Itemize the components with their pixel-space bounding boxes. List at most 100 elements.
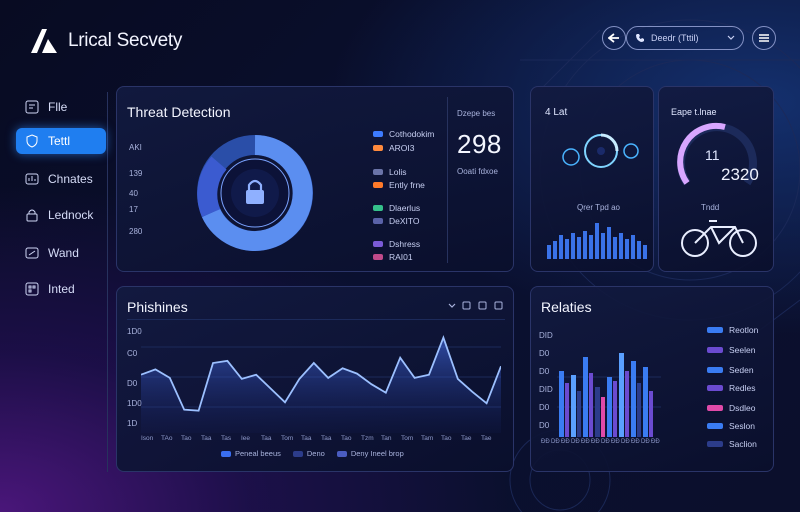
x-tick: Tao <box>341 435 352 442</box>
relaties-panel: Relaties DID D0 D0 DID D0 D0 ĐĐ DĐ ĐĐ DĐ ĐĐ Đ… <box>530 286 774 472</box>
threat-detection-panel: Threat Detection AKI 139 40 17 280 Cotho… <box>116 86 514 272</box>
y-tick: 1D0 <box>127 399 142 408</box>
side-label: AKI <box>129 143 142 152</box>
bicycle-icon <box>681 220 757 257</box>
sidebar-item-wand[interactable]: Wand <box>16 240 106 266</box>
gauge-value-small: 11 <box>705 147 720 163</box>
y-tick: DID <box>539 385 553 394</box>
threat-donut-chart <box>197 135 313 251</box>
y-tick: C0 <box>127 349 138 358</box>
divider <box>127 319 505 320</box>
phishines-area-chart <box>141 334 501 433</box>
legend-item: AROI3 <box>373 143 415 153</box>
legend-item: Deny Ineel brop <box>336 449 404 458</box>
sidebar: Flle Tettl Chnates Lednock Wand Inted <box>16 92 108 472</box>
side-label: 40 <box>129 189 138 198</box>
y-tick: D0 <box>539 421 550 430</box>
x-tick: Tom <box>281 435 294 442</box>
x-tick: TAo <box>161 435 173 442</box>
panel-title: Relaties <box>541 299 592 315</box>
x-tick: ĐĐ <box>541 439 550 445</box>
chevron-down-icon <box>448 303 456 308</box>
x-tick: Tan <box>381 435 392 442</box>
x-tick: Ison <box>141 435 154 442</box>
chevron-down-icon <box>727 35 735 40</box>
caption: Tndd <box>701 203 720 212</box>
chart-legend: Peneal beeus Deno Deny Ineel brop <box>221 449 404 458</box>
sidebar-item-label: Tettl <box>48 134 71 148</box>
legend-item: RAI01 <box>373 252 413 262</box>
x-tick: Tas <box>221 435 232 442</box>
x-tick: Taa <box>321 435 332 442</box>
legend-item: Saclion <box>707 439 757 449</box>
legend-item: Peneal beeus <box>221 449 281 458</box>
sidebar-item-label: Flle <box>48 100 68 114</box>
y-tick: DID <box>539 331 553 340</box>
relaties-bar-chart <box>557 353 661 437</box>
menu-button[interactable] <box>752 26 776 50</box>
x-tick: Iee <box>241 435 251 442</box>
x-tick: Taa <box>201 435 212 442</box>
shield-icon <box>26 134 38 148</box>
x-tick: Taa <box>261 435 272 442</box>
divider <box>447 97 448 263</box>
copy-icon <box>478 301 487 310</box>
area-fill <box>141 337 501 433</box>
sidebar-item-tettl[interactable]: Tettl <box>16 128 106 154</box>
app-name: Lrical Secvety <box>68 30 183 51</box>
search-field[interactable]: Deedr (Tttil) <box>626 26 744 50</box>
panel-title: Threat Detection <box>127 104 231 120</box>
y-tick: 1D0 <box>127 327 142 336</box>
grid-icon <box>462 301 471 310</box>
legend-item: Ently frne <box>373 180 425 190</box>
sidebar-item-label: Wand <box>48 246 79 260</box>
y-tick: D0 <box>539 367 550 376</box>
legend-item: Cothodokim <box>373 129 434 139</box>
legend-item: Lolis <box>373 167 406 177</box>
x-tick: ĐĐ <box>561 439 570 445</box>
radar-panel: 4 Lat Qrer Tpd ao <box>530 86 654 272</box>
sidebar-item-lednock[interactable]: Lednock <box>16 202 106 228</box>
phishines-panel: Phishines 1D0 C0 D0 1D0 1D Ison TAo Tao Taa… <box>116 286 514 472</box>
y-tick: 1D <box>127 419 138 428</box>
x-axis-labels: Ison TAo Tao Taa Tas Iee Taa Tom Taa Taa Tao Tzm Tan… <box>141 435 501 445</box>
logo-mark-icon <box>31 29 57 53</box>
x-tick: ĐĐ <box>651 439 660 445</box>
gauge-value-large: 2320 <box>721 165 759 184</box>
x-axis-labels: ĐĐ DĐ ĐĐ DĐ ĐĐ ĐĐ DĐ ĐĐ DĐ ĐĐ DĐ ĐĐ <box>541 439 667 449</box>
sidebar-item-chnates[interactable]: Chnates <box>16 166 106 192</box>
mini-bar-chart <box>547 223 647 259</box>
legend-item: Seden <box>707 365 754 375</box>
sidebar-item-inted[interactable]: Inted <box>16 276 106 302</box>
search-text: Deedr (Tttil) <box>651 33 699 43</box>
panel-title: 4 Lat <box>545 107 568 118</box>
y-tick: D0 <box>539 349 550 358</box>
x-tick: ĐĐ <box>591 439 600 445</box>
panel-title: Eape t.lnae <box>671 107 717 117</box>
x-tick: ĐĐ <box>611 439 620 445</box>
chart-icon <box>25 173 39 185</box>
legend-item: Deno <box>292 449 325 458</box>
stat-value: 298 <box>457 129 502 159</box>
legend-item: DeXITO <box>373 216 420 226</box>
wand-icon <box>25 247 39 259</box>
sidebar-item-label: Chnates <box>48 172 93 186</box>
y-tick: D0 <box>127 379 138 388</box>
back-button[interactable] <box>602 26 626 50</box>
legend-item: Dshress <box>373 239 420 249</box>
side-label: 280 <box>129 227 143 236</box>
sidebar-item-file[interactable]: Flle <box>16 94 106 120</box>
sidebar-item-label: Inted <box>48 282 75 296</box>
phone-icon <box>636 34 644 42</box>
legend-item: Seslon <box>707 421 755 431</box>
grid-icon <box>25 282 39 296</box>
x-tick: Tzm <box>361 435 374 442</box>
x-tick: Tae <box>481 435 492 442</box>
file-icon <box>25 100 39 114</box>
menu-icon <box>759 34 769 42</box>
app-logo[interactable]: Lrical Secvety <box>28 26 182 56</box>
caption: Qrer Tpd ao <box>577 203 620 212</box>
x-tick: DĐ <box>641 439 650 445</box>
x-tick: DĐ <box>601 439 610 445</box>
sidebar-item-label: Lednock <box>48 208 94 222</box>
